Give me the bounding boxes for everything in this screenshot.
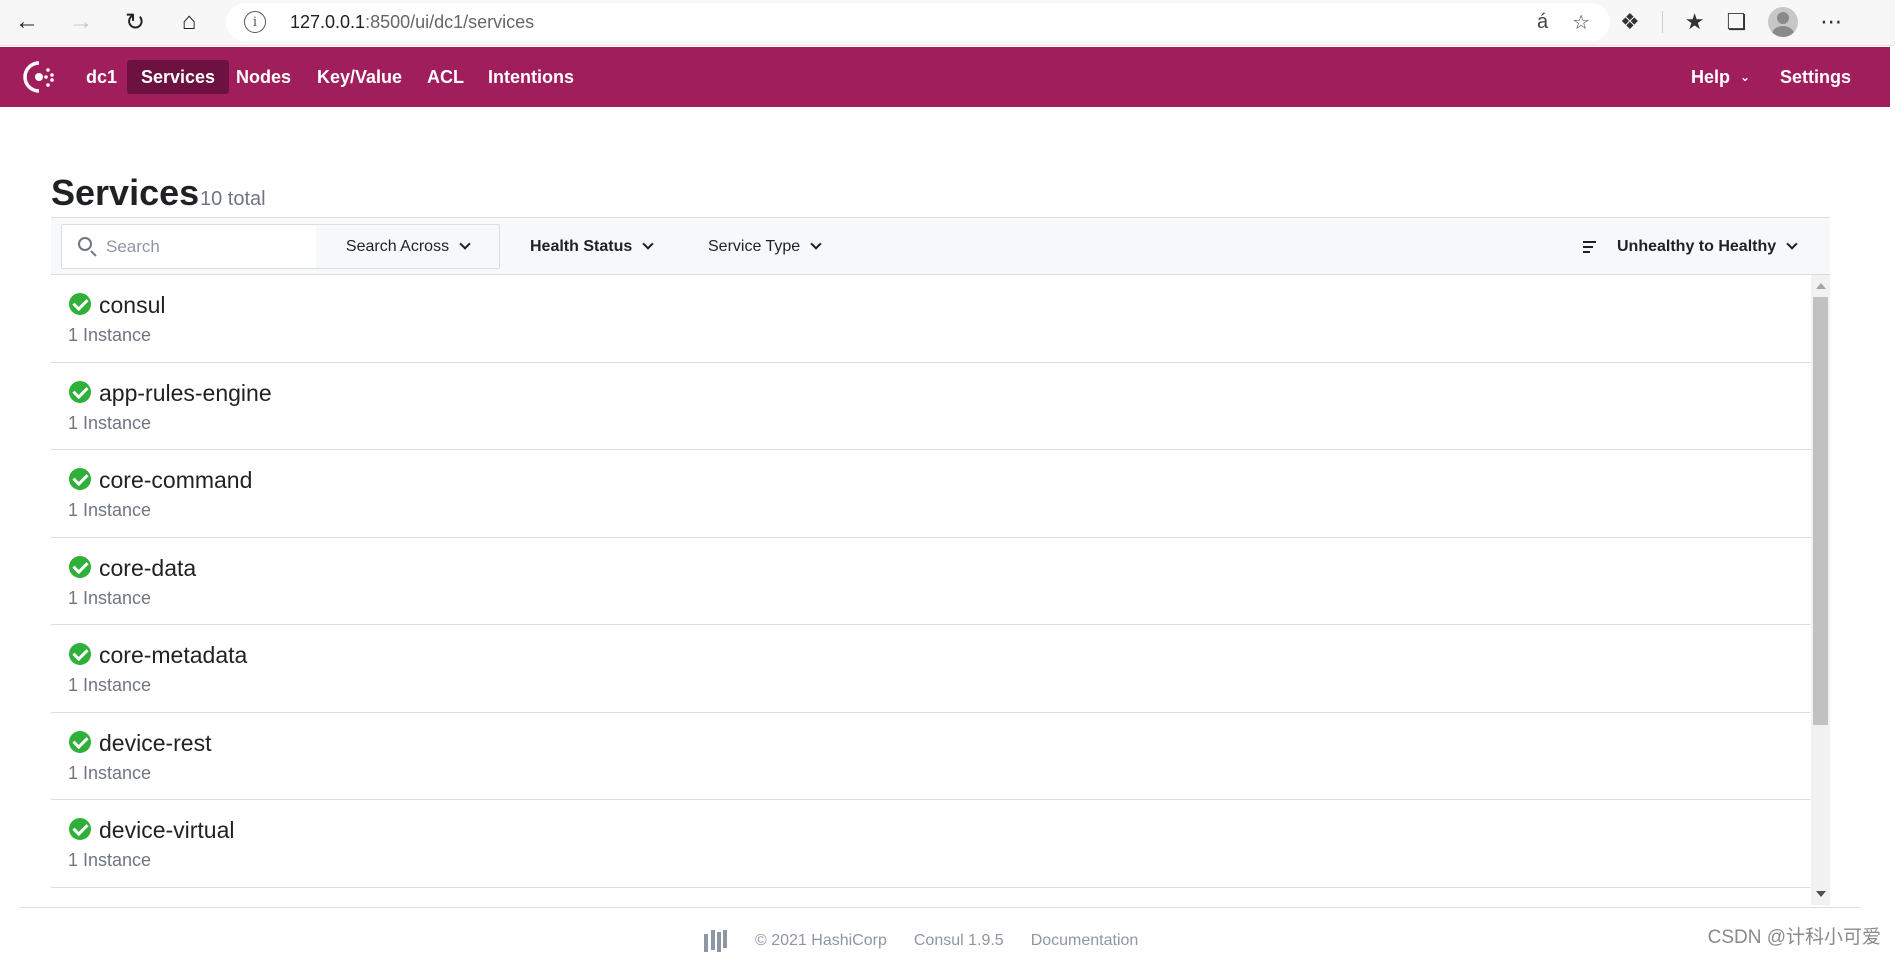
scroll-down-arrow-icon[interactable] — [1816, 891, 1826, 897]
health-status-dropdown[interactable]: Health Status — [530, 224, 654, 269]
sort-dropdown[interactable]: Unhealthy to Healthy — [1583, 224, 1798, 269]
instance-count: 1 Instance — [68, 587, 152, 608]
search-icon — [78, 237, 92, 251]
chevron-down-icon — [642, 238, 654, 250]
instance-count: 1 Instance — [68, 500, 152, 520]
passing-check-icon — [69, 555, 91, 578]
search-across-dropdown[interactable]: Search Across — [316, 224, 500, 269]
service-name[interactable]: core-data — [99, 555, 196, 582]
passing-check-icon — [69, 380, 91, 403]
help-label: Help — [1691, 66, 1731, 87]
service-list: consul 1 Instance app-rules-engine 1 Ins… — [51, 275, 1811, 905]
service-name[interactable]: device-rest — [99, 730, 211, 757]
add-favorite-icon[interactable]: ☆ — [1572, 10, 1590, 35]
nav-intentions[interactable]: Intentions — [474, 60, 588, 94]
service-row[interactable]: device-virtual 1 Instance — [51, 800, 1811, 888]
chevron-down-icon — [459, 238, 471, 250]
profile-avatar[interactable] — [1768, 7, 1799, 37]
back-arrow-icon[interactable]: ← — [4, 2, 50, 42]
address-bar[interactable]: i 127.0.0.1:8500/ui/dc1/services á ☆ — [226, 3, 1610, 41]
hashicorp-logo-icon — [702, 928, 728, 954]
nav-key-value[interactable]: Key/Value — [303, 60, 416, 94]
more-menu-icon[interactable]: ⋯ — [1820, 9, 1842, 35]
scroll-thumb[interactable] — [1813, 297, 1828, 725]
service-row[interactable]: device-rest 1 Instance — [51, 713, 1811, 800]
collections-icon[interactable]: ❏ — [1726, 9, 1746, 35]
home-icon[interactable]: ⌂ — [166, 2, 212, 42]
help-menu[interactable]: Help ⌄ — [1677, 60, 1764, 94]
service-name[interactable]: device-virtual — [99, 817, 235, 844]
footer: © 2021 HashiCorp Consul 1.9.5 Documentat… — [702, 930, 1138, 952]
service-row[interactable]: core-metadata 1 Instance — [51, 625, 1811, 713]
watermark: CSDN @计科小可爱 — [1707, 927, 1881, 948]
instance-count: 1 Instance — [68, 325, 152, 345]
nav-services[interactable]: Services — [127, 60, 230, 94]
sort-label: Unhealthy to Healthy — [1617, 237, 1777, 255]
extensions-icon[interactable]: ❖ — [1620, 9, 1640, 35]
passing-check-icon — [69, 293, 91, 315]
site-info-icon[interactable]: i — [244, 11, 266, 33]
instance-count: 1 Instance — [68, 675, 152, 695]
footer-documentation-link[interactable]: Documentation — [1031, 932, 1139, 950]
footer-copyright: © 2021 HashiCorp — [755, 932, 887, 949]
search-field[interactable] — [61, 224, 317, 269]
read-aloud-icon[interactable]: á — [1537, 11, 1548, 34]
reload-icon[interactable]: ↻ — [112, 2, 158, 42]
service-row[interactable]: core-command 1 Instance — [51, 450, 1811, 538]
footer-divider — [20, 907, 1860, 908]
service-row[interactable]: app-rules-engine 1 Instance — [51, 363, 1811, 450]
service-row-partial[interactable] — [51, 888, 1811, 906]
service-name[interactable]: consul — [99, 292, 165, 319]
toolbar-divider — [1661, 11, 1663, 33]
instance-count: 1 Instance — [68, 762, 152, 783]
browser-toolbar: ← → ↻ ⌂ i 127.0.0.1:8500/ui/dc1/services… — [0, 0, 1895, 46]
page-title: Services — [51, 172, 200, 213]
sort-icon — [1583, 240, 1601, 254]
instance-count: 1 Instance — [68, 412, 152, 433]
chevron-down-icon — [810, 238, 822, 250]
nav-nodes[interactable]: Nodes — [222, 60, 305, 94]
filter-bar: Search Across Health Status Service Type… — [51, 217, 1830, 275]
service-type-label: Service Type — [708, 237, 801, 255]
service-row[interactable]: core-data 1 Instance — [51, 538, 1811, 625]
nav-acl[interactable]: ACL — [413, 60, 478, 94]
forward-arrow-icon[interactable]: → — [58, 2, 104, 42]
passing-check-icon — [69, 818, 91, 840]
url-text[interactable]: 127.0.0.1:8500/ui/dc1/services — [290, 12, 534, 33]
passing-check-icon — [69, 643, 91, 665]
instance-count: 1 Instance — [68, 850, 152, 870]
service-name[interactable]: app-rules-engine — [99, 380, 272, 407]
list-scrollbar[interactable] — [1811, 275, 1830, 905]
health-status-label: Health Status — [530, 237, 633, 255]
service-name[interactable]: core-command — [99, 467, 252, 494]
service-row[interactable]: consul 1 Instance — [51, 275, 1811, 363]
chevron-down-icon: ⌄ — [1740, 70, 1751, 84]
search-input[interactable] — [106, 236, 296, 257]
favorites-icon[interactable]: ★ — [1685, 9, 1705, 35]
passing-check-icon — [69, 730, 91, 753]
service-count: 10 total — [200, 188, 266, 210]
search-across-label: Search Across — [345, 237, 450, 255]
passing-check-icon — [69, 468, 91, 490]
footer-version: Consul 1.9.5 — [913, 932, 1004, 949]
consul-top-nav: dc1 Services Nodes Key/Value ACL Intenti… — [0, 47, 1890, 107]
service-type-dropdown[interactable]: Service Type — [708, 224, 822, 269]
nav-settings[interactable]: Settings — [1766, 60, 1865, 94]
chevron-down-icon — [1786, 238, 1798, 250]
datacenter-selector[interactable]: dc1 — [72, 60, 131, 94]
service-name[interactable]: core-metadata — [99, 642, 247, 669]
consul-logo-icon[interactable] — [20, 58, 58, 96]
scroll-up-arrow-icon[interactable] — [1816, 283, 1826, 289]
